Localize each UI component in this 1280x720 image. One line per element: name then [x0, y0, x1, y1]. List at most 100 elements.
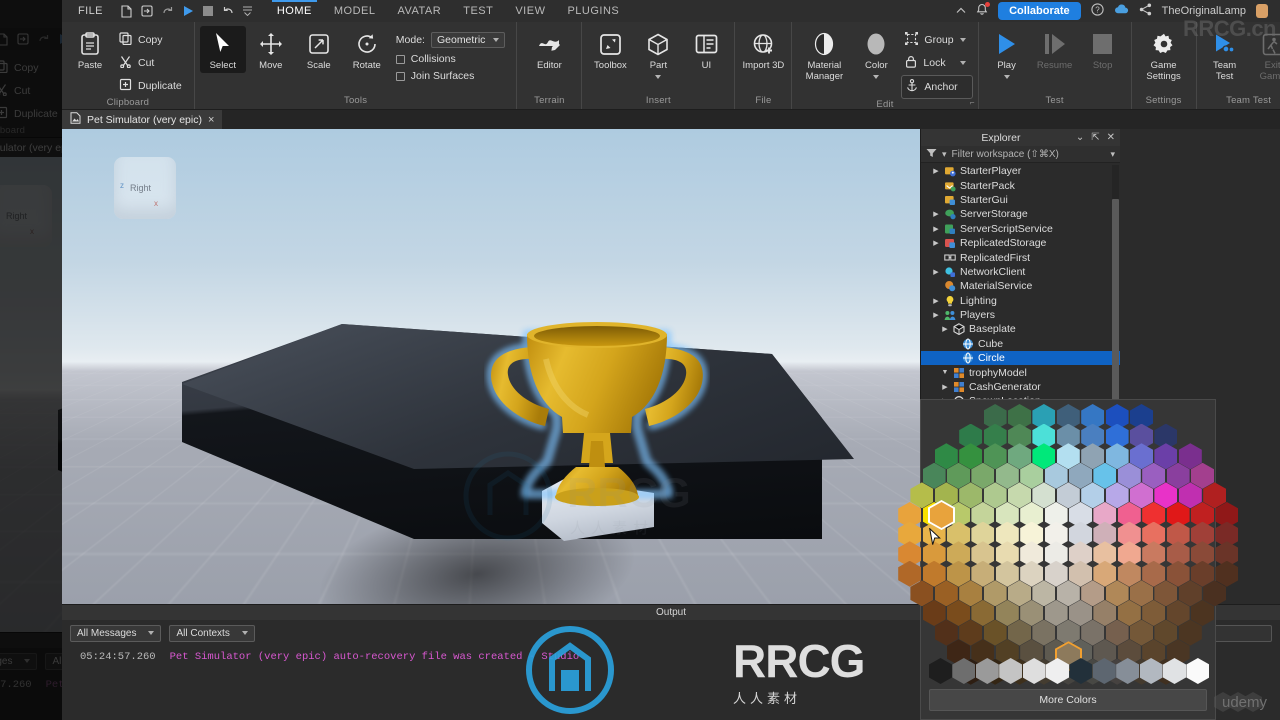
chevron-right-icon[interactable]: ▶: [932, 225, 940, 233]
mode-dropdown[interactable]: Geometric: [430, 32, 506, 48]
paste-button[interactable]: Paste: [67, 26, 113, 73]
ribbon-tab-home[interactable]: HOME: [266, 0, 323, 22]
grey-swatch[interactable]: [1069, 658, 1093, 684]
play-button[interactable]: Play: [984, 26, 1030, 81]
view-navigation-cube[interactable]: Right z x: [0, 185, 52, 247]
copy-button[interactable]: Copy: [115, 29, 189, 51]
ribbon-tab-plugins[interactable]: PLUGINS: [556, 1, 630, 22]
chevron-down-icon[interactable]: ⌄: [1076, 132, 1084, 143]
grey-swatch[interactable]: [952, 658, 976, 684]
terrain-editor-button[interactable]: Editor: [522, 26, 576, 73]
new-file-icon[interactable]: [0, 32, 8, 46]
explorer-item-starterpack[interactable]: ▶ StarterPack: [921, 178, 1120, 192]
rotate-tool-button[interactable]: Rotate: [344, 26, 390, 73]
explorer-item-serverscriptservice[interactable]: ▶ ServerScriptService: [921, 222, 1120, 236]
chevron-right-icon[interactable]: ▶: [932, 297, 940, 305]
explorer-item-trophymodel[interactable]: ▼ trophyModel: [921, 365, 1120, 379]
grey-swatch[interactable]: [929, 658, 952, 684]
move-tool-button[interactable]: Move: [248, 26, 294, 73]
explorer-item-serverstorage[interactable]: ▶ ServerStorage: [921, 207, 1120, 221]
filter-input[interactable]: Filter workspace (⇧⌘X): [952, 149, 1059, 160]
collisions-checkbox[interactable]: [395, 54, 405, 64]
chevron-right-icon[interactable]: ▶: [932, 210, 940, 218]
stop-button[interactable]: Stop: [1080, 26, 1126, 73]
close-icon[interactable]: ✕: [1107, 132, 1115, 143]
filter-caret-icon[interactable]: ▾: [942, 149, 947, 160]
view-navigation-cube[interactable]: Right z x: [114, 157, 176, 219]
chevron-right-icon[interactable]: ▶: [932, 268, 940, 276]
ribbon-tab-test[interactable]: TEST: [452, 1, 504, 22]
explorer-item-replicatedfirst[interactable]: ▶ ReplicatedFirst: [921, 250, 1120, 264]
grey-swatch[interactable]: [1116, 658, 1140, 684]
color-dropdown-caret-icon[interactable]: [873, 75, 880, 79]
anchor-button[interactable]: Anchor: [901, 75, 973, 99]
undo-icon[interactable]: [222, 5, 234, 17]
color-button[interactable]: Color: [853, 26, 899, 81]
explorer-item-cube[interactable]: ▶ Cube: [921, 337, 1120, 351]
chevron-right-icon[interactable]: ▶: [941, 383, 949, 391]
notifications-icon[interactable]: [976, 2, 991, 19]
explorer-item-starterplayer[interactable]: ▶ StarterPlayer: [921, 164, 1120, 178]
join-surfaces-checkbox-row[interactable]: Join Surfaces: [395, 70, 506, 82]
toolbox-button[interactable]: Toolbox: [587, 26, 633, 73]
messages-filter-dropdown[interactable]: All Messages: [70, 624, 162, 642]
explorer-item-circle[interactable]: ▶ Circle: [921, 351, 1120, 366]
grey-swatch[interactable]: [975, 658, 999, 684]
explorer-item-players[interactable]: ▶ Players: [921, 308, 1120, 322]
part-button[interactable]: Part: [635, 26, 681, 81]
explorer-item-cashgenerator[interactable]: ▶ CashGenerator: [921, 380, 1120, 394]
ui-button[interactable]: UI: [683, 26, 729, 73]
cut-button[interactable]: Cut: [115, 52, 189, 74]
chevron-right-icon[interactable]: ▶: [932, 239, 940, 247]
chevron-right-icon[interactable]: ▶: [932, 167, 940, 175]
chevron-right-icon[interactable]: ▶: [941, 325, 949, 333]
grey-swatch[interactable]: [1163, 658, 1186, 684]
explorer-item-replicatedstorage[interactable]: ▶ ReplicatedStorage: [921, 236, 1120, 250]
explorer-item-networkclient[interactable]: ▶ NetworkClient: [921, 265, 1120, 279]
duplicate-button[interactable]: Duplicate: [115, 75, 189, 97]
file-menu[interactable]: FILE: [68, 5, 113, 17]
grey-swatch[interactable]: [999, 658, 1023, 684]
grey-swatch[interactable]: [1186, 658, 1210, 684]
share-icon[interactable]: [1139, 3, 1152, 19]
grey-swatch[interactable]: [1046, 658, 1069, 684]
new-file-icon[interactable]: [121, 4, 132, 18]
filter-options-caret-icon[interactable]: ▾: [1110, 149, 1115, 160]
material-manager-button[interactable]: Material Manager: [797, 26, 851, 84]
open-file-icon[interactable]: [141, 5, 153, 17]
grey-swatch[interactable]: [1022, 658, 1046, 684]
collaborate-button[interactable]: Collaborate: [998, 2, 1081, 20]
messages-filter-dropdown[interactable]: All Messages: [0, 652, 38, 670]
document-tab[interactable]: Pet Simulator (very epic) ×: [62, 110, 223, 129]
lock-button[interactable]: Lock: [901, 52, 972, 74]
ribbon-tab-avatar[interactable]: AVATAR: [386, 1, 452, 22]
redo-icon[interactable]: [38, 33, 50, 45]
open-file-icon[interactable]: [17, 33, 29, 45]
import-3d-button[interactable]: Import 3D: [740, 26, 786, 73]
duplicate-button[interactable]: Duplicate: [0, 103, 65, 125]
contexts-filter-dropdown[interactable]: All Contexts: [169, 624, 255, 642]
explorer-item-materialservice[interactable]: ▶ MaterialService: [921, 279, 1120, 293]
play-icon[interactable]: [183, 5, 194, 17]
grey-swatch[interactable]: [1092, 658, 1116, 684]
lock-caret-icon[interactable]: [959, 61, 966, 65]
undock-icon[interactable]: ⇱: [1091, 132, 1099, 143]
chevron-up-icon[interactable]: [956, 5, 966, 17]
help-icon[interactable]: ?: [1090, 3, 1104, 19]
overflow-icon[interactable]: [242, 6, 252, 16]
more-colors-button[interactable]: More Colors: [929, 689, 1207, 711]
close-icon[interactable]: ×: [208, 114, 214, 126]
explorer-filter-bar[interactable]: ▾ Filter workspace (⇧⌘X) ▾: [921, 146, 1120, 163]
edit-group-expand-icon[interactable]: ⌐: [970, 98, 975, 107]
resume-button[interactable]: Resume: [1032, 26, 1078, 73]
cloud-icon[interactable]: [1114, 4, 1129, 18]
viewport-3d[interactable]: Right z x RRCG 人人素材: [62, 129, 920, 604]
scale-tool-button[interactable]: Scale: [296, 26, 342, 73]
color-hex-grid[interactable]: [898, 400, 1239, 685]
explorer-item-lighting[interactable]: ▶ Lighting: [921, 294, 1120, 308]
group-button[interactable]: Group: [901, 29, 972, 51]
ribbon-tab-model[interactable]: MODEL: [323, 1, 387, 22]
select-tool-button[interactable]: Select: [199, 26, 246, 73]
part-dropdown-caret-icon[interactable]: [655, 75, 662, 79]
chevron-right-icon[interactable]: ▶: [932, 311, 940, 319]
